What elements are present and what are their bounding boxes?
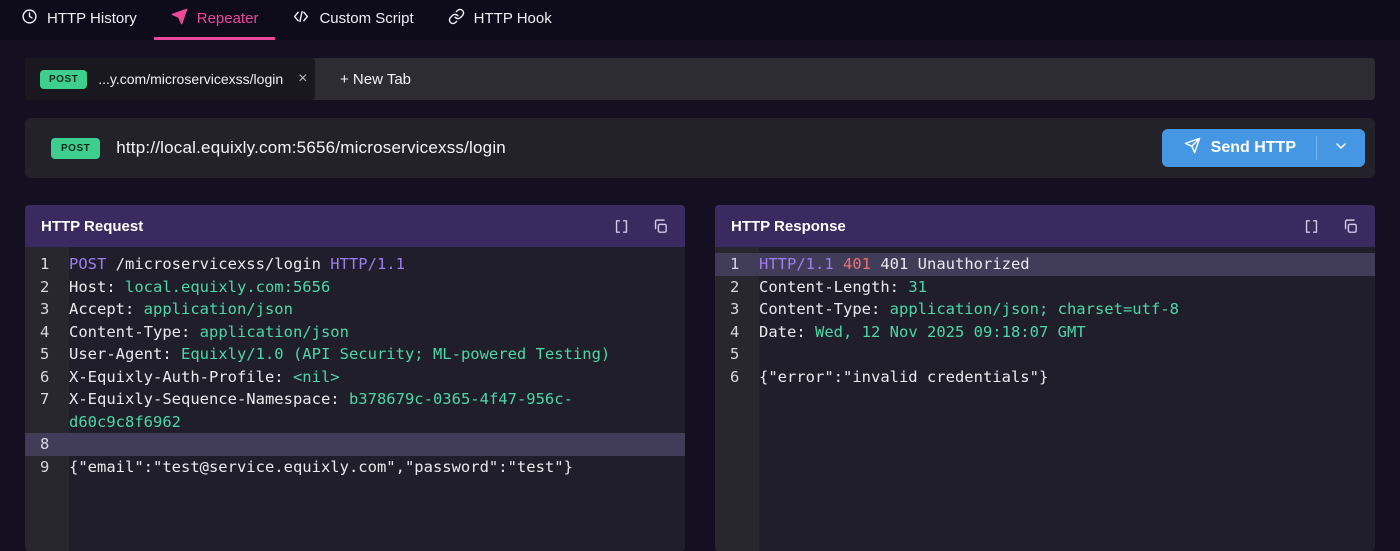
line-number: 2 [715,276,759,299]
editor-panels: HTTP Request 1POST /microservicexss/logi… [25,205,1375,551]
panel-title: HTTP Response [731,218,846,235]
line-number: 1 [715,253,759,276]
method-badge: POST [40,70,87,89]
code-line: 6X-Equixly-Auth-Profile: <nil> [25,366,685,389]
code-line-text [759,343,773,366]
line-number: 5 [715,343,759,366]
nav-label: HTTP History [47,10,137,27]
paper-plane-icon [171,8,188,29]
nav-label: Repeater [197,10,259,27]
code-line-text: {"email":"test@service.equixly.com","pas… [69,456,587,479]
line-number: 8 [25,433,69,456]
response-code-editor[interactable]: 1HTTP/1.1 401 401 Unauthorized2Content-L… [715,247,1375,551]
code-line-text: Content-Type: application/json; charset=… [759,298,1193,321]
code-line-text: Accept: application/json [69,298,307,321]
top-navigation: HTTP History Repeater Custom Script HTTP… [0,0,1400,40]
line-number: 3 [25,298,69,321]
code-line: 7X-Equixly-Sequence-Namespace: b378679c-… [25,388,685,411]
panel-actions [1303,218,1359,235]
code-line-text: HTTP/1.1 401 401 Unauthorized [759,253,1044,276]
method-badge[interactable]: POST [51,138,100,159]
panel-actions [613,218,669,235]
code-icon [292,8,310,29]
nav-item-http-history[interactable]: HTTP History [4,0,154,40]
link-icon [448,8,465,29]
line-number: 9 [25,456,69,479]
tab-label: ...y.com/microservicexss/login [98,71,283,87]
nav-item-custom-script[interactable]: Custom Script [275,0,430,40]
code-line: 4Date: Wed, 12 Nov 2025 09:18:07 GMT [715,321,1375,344]
close-icon[interactable]: × [298,71,307,87]
code-line: d60c9c8f6962 [25,411,685,434]
nav-label: HTTP Hook [474,10,552,27]
code-line: 2Host: local.equixly.com:5656 [25,276,685,299]
line-number [25,411,69,434]
send-http-main[interactable]: Send HTTP [1162,129,1316,167]
expand-icon[interactable] [613,218,630,235]
code-line-text: {"error":"invalid credentials"} [759,366,1062,389]
code-line-text [69,433,83,456]
clock-icon [21,8,38,29]
line-number: 6 [25,366,69,389]
code-line-text: Date: Wed, 12 Nov 2025 09:18:07 GMT [759,321,1100,344]
line-number: 3 [715,298,759,321]
line-number: 2 [25,276,69,299]
code-line-text: Content-Length: 31 [759,276,941,299]
line-number: 7 [25,388,69,411]
code-line-text: POST /microservicexss/login HTTP/1.1 [69,253,419,276]
code-line: 9{"email":"test@service.equixly.com","pa… [25,456,685,479]
send-options-dropdown[interactable] [1317,129,1365,167]
code-line-text: X-Equixly-Auth-Profile: <nil> [69,366,354,389]
line-number: 4 [715,321,759,344]
chevron-down-icon [1333,138,1349,159]
code-line: 5User-Agent: Equixly/1.0 (API Security; … [25,343,685,366]
line-number: 4 [25,321,69,344]
request-code-editor[interactable]: 1POST /microservicexss/login HTTP/1.12Ho… [25,247,685,551]
nav-item-http-hook[interactable]: HTTP Hook [431,0,569,40]
code-line-text: X-Equixly-Sequence-Namespace: b378679c-0… [69,388,587,411]
response-panel-header: HTTP Response [715,205,1375,247]
send-icon [1184,137,1201,159]
code-line-text: User-Agent: Equixly/1.0 (API Security; M… [69,343,624,366]
http-response-panel: HTTP Response 1HTTP/1.1 401 401 Unauthor… [715,205,1375,551]
code-line: 5 [715,343,1375,366]
expand-icon[interactable] [1303,218,1320,235]
line-number: 1 [25,253,69,276]
request-panel-header: HTTP Request [25,205,685,247]
code-line: 8 [25,433,685,456]
nav-item-repeater[interactable]: Repeater [154,0,276,40]
send-http-button[interactable]: Send HTTP [1162,129,1365,167]
code-line: 4Content-Type: application/json [25,321,685,344]
copy-icon[interactable] [652,218,669,235]
tab-strip: POST ...y.com/microservicexss/login × + … [25,58,1375,100]
code-line-text: Host: local.equixly.com:5656 [69,276,344,299]
url-bar[interactable]: POST http://local.equixly.com:5656/micro… [25,118,1375,178]
request-tab[interactable]: POST ...y.com/microservicexss/login × [25,58,315,100]
code-line: 1POST /microservicexss/login HTTP/1.1 [25,253,685,276]
code-line-text: d60c9c8f6962 [69,411,195,434]
new-tab-button[interactable]: + New Tab [315,58,436,100]
line-number: 6 [715,366,759,389]
nav-label: Custom Script [319,10,413,27]
send-label: Send HTTP [1211,139,1296,157]
code-line: 3Content-Type: application/json; charset… [715,298,1375,321]
code-line: 1HTTP/1.1 401 401 Unauthorized [715,253,1375,276]
code-line: 2Content-Length: 31 [715,276,1375,299]
url-input[interactable]: http://local.equixly.com:5656/microservi… [116,138,506,158]
copy-icon[interactable] [1342,218,1359,235]
code-line-text: Content-Type: application/json [69,321,363,344]
code-line: 6{"error":"invalid credentials"} [715,366,1375,389]
http-request-panel: HTTP Request 1POST /microservicexss/logi… [25,205,685,551]
code-line: 3Accept: application/json [25,298,685,321]
line-number: 5 [25,343,69,366]
panel-title: HTTP Request [41,218,143,235]
